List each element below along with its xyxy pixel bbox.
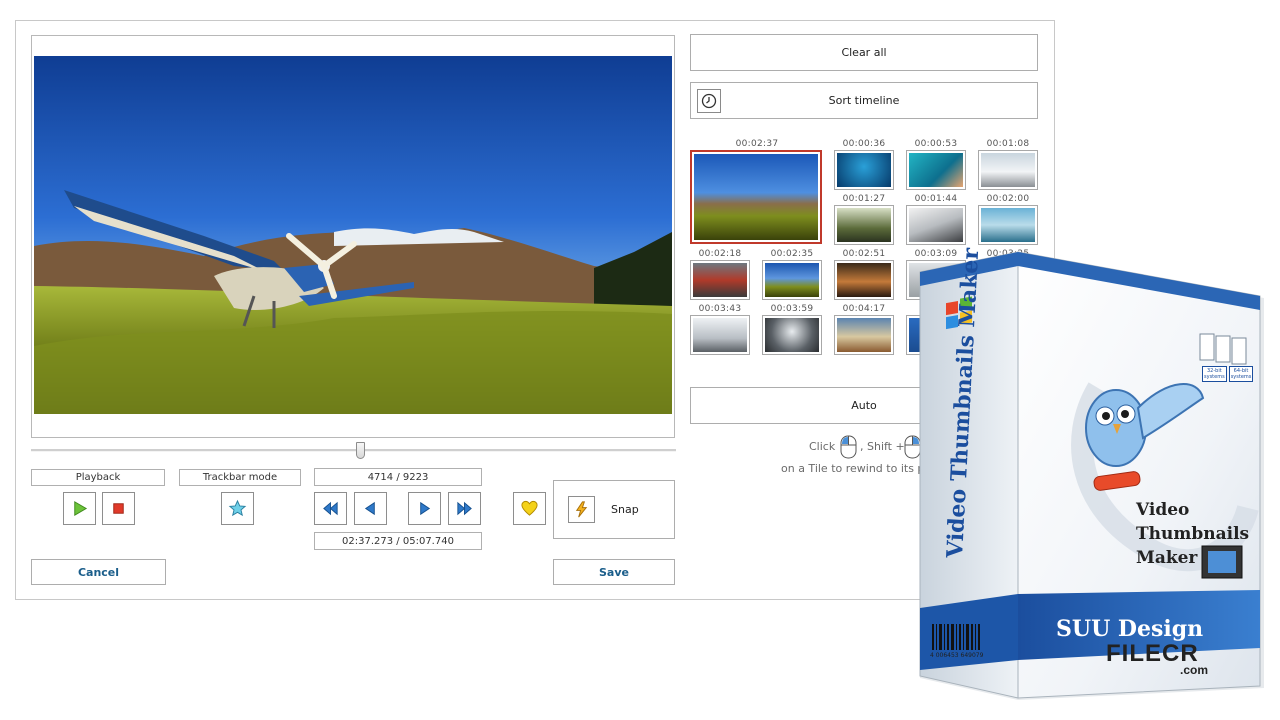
tile-time-2: 00:00:36 xyxy=(842,139,886,149)
thumbnail-image xyxy=(837,208,891,242)
double-right-icon xyxy=(457,501,472,516)
thumbnail-tile[interactable] xyxy=(978,205,1038,245)
barcode-number: 4 006453 649079 xyxy=(930,652,984,659)
trackbar[interactable] xyxy=(31,449,676,452)
tile-time-10: 00:02:51 xyxy=(842,249,886,259)
double-left-icon xyxy=(323,501,338,516)
cancel-button[interactable]: Cancel xyxy=(31,559,166,585)
favorite-button[interactable] xyxy=(513,492,546,525)
barcode-icon xyxy=(932,624,980,650)
thumbnail-tile[interactable] xyxy=(762,260,822,300)
save-button[interactable]: Save xyxy=(553,559,675,585)
thumbnail-tile[interactable] xyxy=(834,260,894,300)
tile-time-6: 00:01:44 xyxy=(914,194,958,204)
product-box: Video Thumbnails Maker Video Thumbnails … xyxy=(918,247,1268,708)
tile-time-13: 00:03:43 xyxy=(698,304,742,314)
trackbar-handle[interactable] xyxy=(356,442,365,459)
clock-icon xyxy=(697,89,721,113)
thumbnail-image xyxy=(765,263,819,297)
thumbnail-image xyxy=(909,153,963,187)
star-icon xyxy=(228,499,247,517)
snap-icon-frame xyxy=(568,496,595,523)
thumbnail-tile[interactable] xyxy=(762,315,822,355)
rewind-fast-button[interactable] xyxy=(314,492,347,525)
snap-button[interactable]: Snap xyxy=(553,480,675,539)
tile-time-7: 00:02:00 xyxy=(986,194,1030,204)
tile-time-14: 00:03:59 xyxy=(770,304,814,314)
thumbnail-image xyxy=(694,154,818,240)
thumbnail-image xyxy=(765,318,819,352)
thumbnail-image xyxy=(693,263,747,297)
thumbnail-tile[interactable] xyxy=(834,205,894,245)
trackbar-mode-label: Trackbar mode xyxy=(179,469,301,486)
stop-button[interactable] xyxy=(102,492,135,525)
snap-label: Snap xyxy=(611,503,639,516)
thumbnail-tile[interactable] xyxy=(906,150,966,190)
watermark-suffix: .com xyxy=(1180,663,1209,677)
heart-icon xyxy=(521,500,538,516)
badge-32bit: 32-bit systems xyxy=(1202,366,1227,382)
step-forward-button[interactable] xyxy=(408,492,441,525)
tile-time-4: 00:01:08 xyxy=(986,139,1030,149)
right-arrow-icon xyxy=(420,501,431,516)
trackbar-mode-button[interactable] xyxy=(221,492,254,525)
box-front-title: Video Thumbnails Maker xyxy=(1136,498,1249,570)
tile-time-15: 00:04:17 xyxy=(842,304,886,314)
thumbnail-image xyxy=(909,208,963,242)
hint-shift: , Shift + xyxy=(860,440,905,453)
step-back-button[interactable] xyxy=(354,492,387,525)
thumbnail-tile[interactable] xyxy=(978,150,1038,190)
sort-timeline-label: Sort timeline xyxy=(828,94,900,107)
sort-timeline-button[interactable]: Sort timeline xyxy=(690,82,1038,119)
box-brand: SUU Design xyxy=(1056,616,1204,642)
thumbnail-tile-selected[interactable] xyxy=(690,150,822,244)
thumbnail-tile[interactable] xyxy=(834,150,894,190)
hint-line2: on a Tile to rewind to its po xyxy=(781,462,932,475)
stop-icon xyxy=(113,503,124,514)
time-counter: 02:37.273 / 05:07.740 xyxy=(314,532,482,550)
tile-time-1: 00:02:37 xyxy=(735,139,779,149)
play-button[interactable] xyxy=(63,492,96,525)
tile-time-5: 00:01:27 xyxy=(842,194,886,204)
video-preview xyxy=(31,35,675,438)
thumbnail-tile[interactable] xyxy=(906,205,966,245)
box-front-line1: Video xyxy=(1136,500,1190,520)
lightning-icon xyxy=(575,501,588,518)
tile-time-3: 00:00:53 xyxy=(914,139,958,149)
badge-64bit: 64-bit systems xyxy=(1228,366,1254,382)
thumbnail-tile[interactable] xyxy=(690,260,750,300)
box-badges: 32-bit systems 64-bit systems xyxy=(1202,366,1254,382)
tile-time-9: 00:02:35 xyxy=(770,249,814,259)
box-front-line2: Thumbnails xyxy=(1136,524,1250,544)
thumbnail-tile[interactable] xyxy=(690,315,750,355)
thumbnail-image xyxy=(981,153,1035,187)
playback-label: Playback xyxy=(31,469,165,486)
thumbnail-tile[interactable] xyxy=(834,315,894,355)
thumbnail-image xyxy=(837,153,891,187)
hint-click: Click xyxy=(809,440,836,453)
box-front-line3: Maker xyxy=(1136,548,1198,568)
mouse-left-icon xyxy=(839,434,859,464)
clear-all-button[interactable]: Clear all xyxy=(690,34,1038,71)
frame-counter: 4714 / 9223 xyxy=(314,468,482,486)
video-frame xyxy=(34,56,672,414)
thumbnail-image xyxy=(837,318,891,352)
forward-fast-button[interactable] xyxy=(448,492,481,525)
tile-time-8: 00:02:18 xyxy=(698,249,742,259)
thumbnail-image xyxy=(693,318,747,352)
video-frame-image xyxy=(34,56,672,414)
thumbnail-image xyxy=(837,263,891,297)
thumbnail-image xyxy=(981,208,1035,242)
left-arrow-icon xyxy=(364,501,375,516)
play-icon xyxy=(74,501,88,516)
